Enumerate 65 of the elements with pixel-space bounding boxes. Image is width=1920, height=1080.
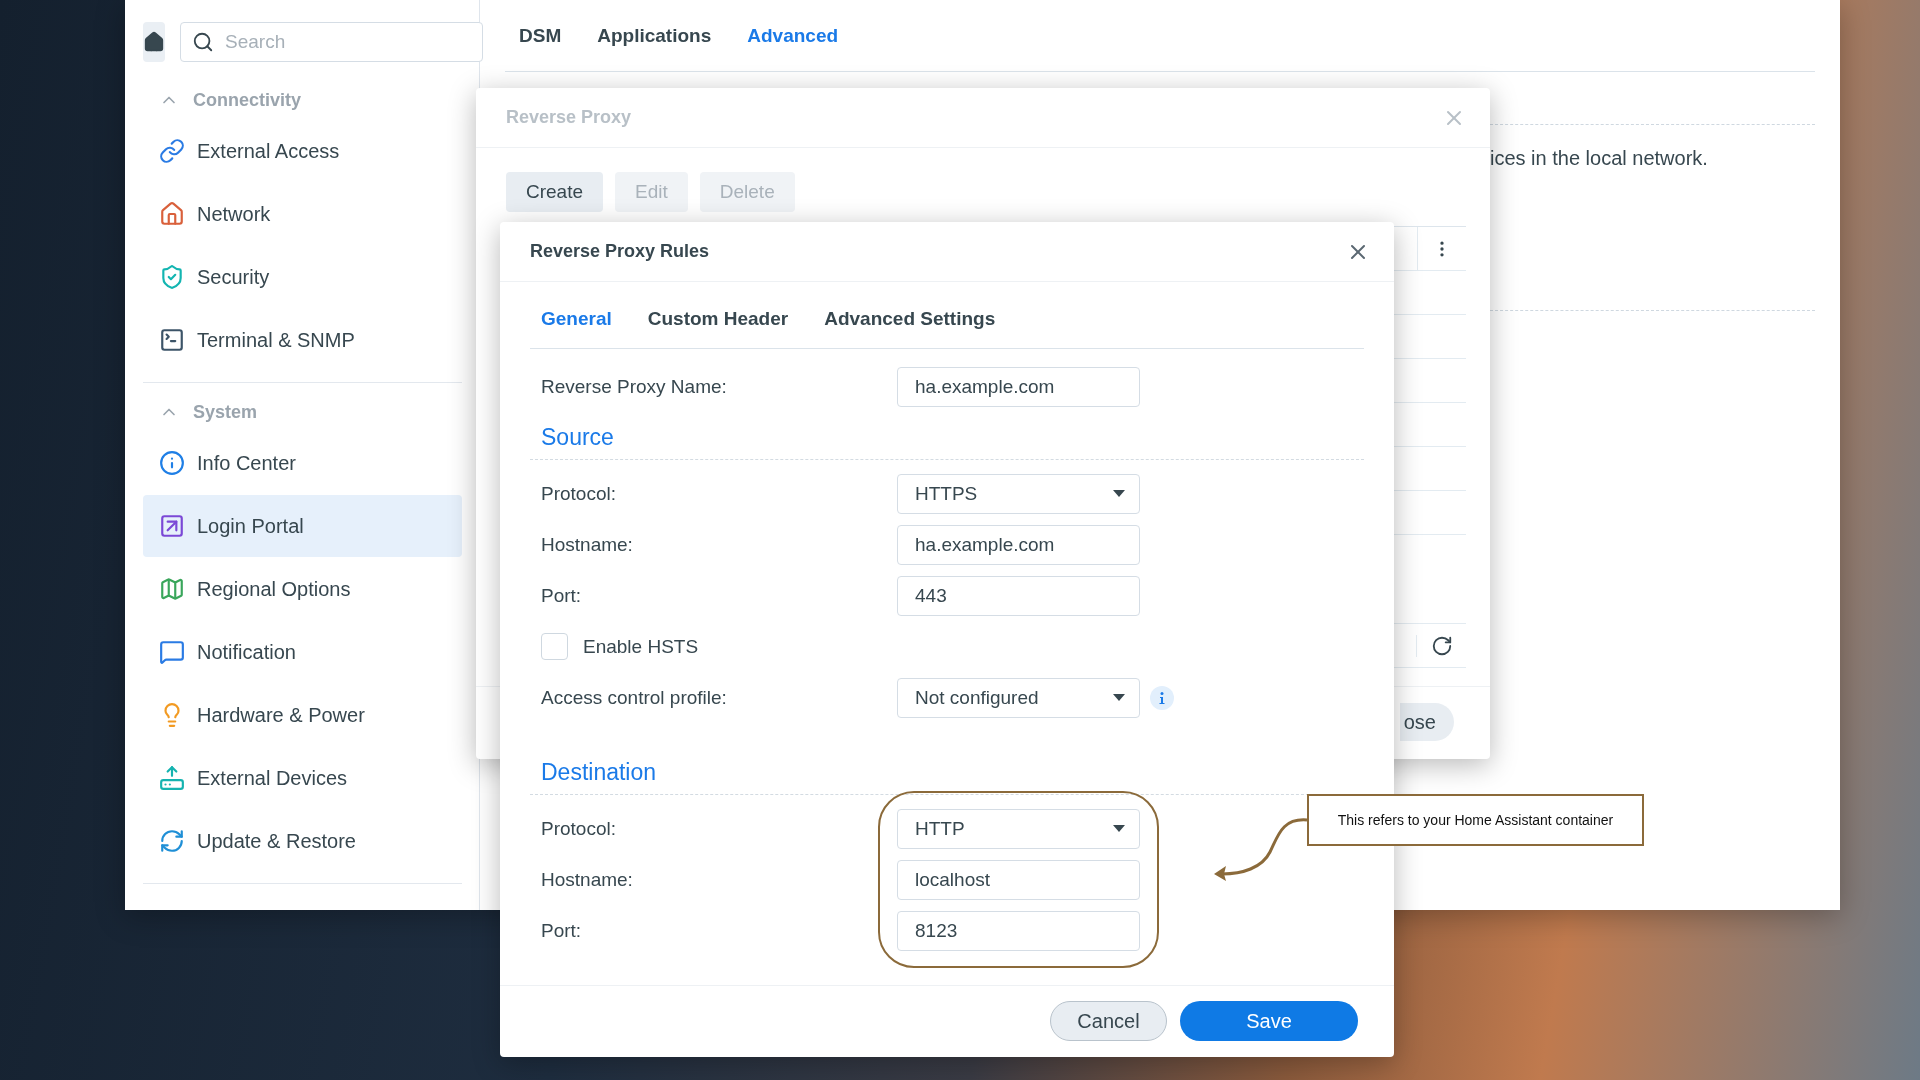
message-icon xyxy=(159,639,185,665)
sidebar-item[interactable]: Login Portal xyxy=(143,495,462,557)
search-icon xyxy=(192,31,214,53)
field-label: Access control profile: xyxy=(541,686,727,709)
section-title: Source xyxy=(540,423,615,452)
input-field[interactable]: localhost xyxy=(897,859,1140,900)
tab[interactable]: Custom Header xyxy=(647,308,789,330)
link-icon xyxy=(159,138,185,164)
sidebar-item[interactable]: Terminal & SNMP xyxy=(143,309,462,371)
info-button[interactable] xyxy=(1150,685,1174,710)
field-label: Protocol: xyxy=(541,817,616,840)
input-field[interactable]: 8123 xyxy=(897,910,1140,951)
input-field[interactable]: 443 xyxy=(897,575,1140,616)
info-icon xyxy=(159,450,185,476)
tab[interactable]: General xyxy=(541,308,612,330)
sidebar-item[interactable]: External Access xyxy=(143,120,462,182)
sidebar-item[interactable]: Update & Restore xyxy=(143,810,462,872)
home-icon xyxy=(143,31,165,53)
input-field[interactable]: ha.example.com xyxy=(897,524,1140,565)
refresh-icon xyxy=(159,828,185,854)
dropdown[interactable]: HTTP xyxy=(897,808,1140,849)
close-button[interactable]: ose xyxy=(1399,703,1454,741)
sidebar-item[interactable]: External Devices xyxy=(143,747,462,809)
field-label: Port: xyxy=(541,919,582,942)
save-button[interactable]: Save xyxy=(1180,1001,1358,1041)
tab[interactable]: Applications xyxy=(597,24,712,47)
checkbox[interactable] xyxy=(541,633,568,660)
sidebar-item[interactable]: Network xyxy=(143,183,462,245)
callout-note: This refers to your Home Assistant container xyxy=(1307,794,1644,846)
tab[interactable]: Advanced Settings xyxy=(824,308,996,330)
toolbar-button[interactable]: Create xyxy=(506,172,604,212)
dialog-title: Reverse Proxy Rules xyxy=(530,241,710,262)
tab[interactable]: Advanced xyxy=(747,24,839,47)
description-text: ices in the local network. xyxy=(1490,147,1709,170)
sidebar-item[interactable]: Hardware & Power xyxy=(143,684,462,746)
dropdown[interactable]: HTTPS xyxy=(897,473,1140,514)
terminal-icon xyxy=(159,327,185,353)
search-field[interactable]: Search xyxy=(180,22,483,62)
window-title: Reverse Proxy xyxy=(506,107,632,128)
checkbox-label: Enable HSTS xyxy=(583,635,699,658)
caret-icon xyxy=(1113,825,1125,832)
caret-icon xyxy=(1113,490,1125,497)
shield-check-icon xyxy=(159,264,185,290)
sidebar-item[interactable]: Notification xyxy=(143,621,462,683)
field-label: Reverse Proxy Name: xyxy=(541,375,728,398)
home-button[interactable] xyxy=(143,22,165,62)
field-label: Hostname: xyxy=(541,868,633,891)
field-label: Hostname: xyxy=(541,533,633,556)
field-label: Port: xyxy=(541,584,582,607)
dropdown[interactable]: Not configured xyxy=(897,677,1140,718)
sidebar-item[interactable]: Regional Options xyxy=(143,558,462,620)
arrow-square-icon xyxy=(159,513,185,539)
sidebar-item[interactable]: Info Center xyxy=(143,432,462,494)
map-icon xyxy=(159,576,185,602)
cancel-button[interactable]: Cancel xyxy=(1050,1001,1167,1041)
house-icon xyxy=(159,201,185,227)
caret-icon xyxy=(1113,694,1125,701)
tab[interactable]: DSM xyxy=(519,24,562,47)
field-label: Protocol: xyxy=(541,482,616,505)
upload-icon xyxy=(159,765,185,791)
refresh-icon xyxy=(1430,634,1453,657)
section-title: Destination xyxy=(540,758,658,787)
info-icon xyxy=(1159,691,1165,704)
input-field[interactable]: ha.example.com xyxy=(897,366,1140,407)
sidebar-item[interactable]: Security xyxy=(143,246,462,308)
